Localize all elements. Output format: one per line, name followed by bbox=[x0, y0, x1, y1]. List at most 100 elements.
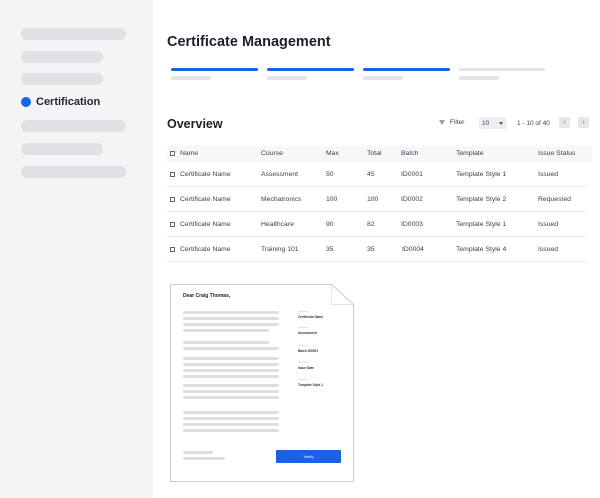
cell-max: 100 bbox=[326, 196, 338, 203]
verify-button[interactable]: Verify bbox=[276, 450, 341, 463]
cell-course: Mechatronics bbox=[261, 196, 302, 203]
pagination-range: 1 - 10 of 40 bbox=[517, 120, 550, 127]
sidebar-item-placeholder[interactable] bbox=[21, 120, 126, 132]
text-line-placeholder bbox=[183, 390, 279, 393]
cell-name: Certificate Name bbox=[180, 171, 231, 178]
text-line-placeholder bbox=[183, 311, 279, 314]
meta-caption-placeholder bbox=[298, 379, 308, 380]
chevron-left-icon: ‹ bbox=[563, 119, 566, 126]
text-line-placeholder bbox=[183, 363, 279, 366]
row-divider bbox=[167, 211, 587, 212]
select-all-checkbox[interactable] bbox=[170, 151, 175, 156]
sidebar-item-certification[interactable]: Certification bbox=[21, 96, 100, 108]
step-bar bbox=[363, 68, 450, 71]
chevron-down-icon bbox=[499, 122, 503, 125]
cell-batch: ID0001 bbox=[401, 171, 423, 178]
column-header-template[interactable]: Template bbox=[456, 150, 484, 157]
step-label-placeholder bbox=[267, 76, 307, 80]
cell-batch: ID0002 bbox=[401, 196, 423, 203]
cell-total: 35 bbox=[367, 246, 375, 253]
cell-name: Certificate Name bbox=[180, 196, 231, 203]
text-line-placeholder bbox=[183, 341, 269, 344]
sidebar-item-placeholder[interactable] bbox=[21, 51, 103, 63]
meta-value: Certificate Name bbox=[298, 315, 324, 319]
step-bar bbox=[171, 68, 258, 71]
text-line-placeholder bbox=[183, 423, 279, 426]
meta-caption-placeholder bbox=[298, 362, 308, 363]
cell-issue-status: Issued bbox=[538, 171, 559, 178]
certificate-greeting: Dear Craig Thomas, bbox=[183, 293, 231, 299]
row-divider bbox=[167, 261, 587, 262]
meta-value: Assessment bbox=[298, 331, 317, 335]
row-checkbox[interactable] bbox=[170, 247, 175, 252]
step-2[interactable] bbox=[267, 68, 354, 80]
cell-name: Certificate Name bbox=[180, 221, 231, 228]
cell-batch: ID0003 bbox=[401, 221, 423, 228]
page-fold-icon bbox=[331, 284, 354, 305]
meta-caption-placeholder bbox=[298, 327, 308, 328]
row-checkbox[interactable] bbox=[170, 172, 175, 177]
column-header-max[interactable]: Max bbox=[326, 150, 339, 157]
cell-total: 100 bbox=[367, 196, 379, 203]
text-line-placeholder bbox=[183, 396, 279, 399]
row-divider bbox=[167, 236, 587, 237]
column-header-batch[interactable]: Batch bbox=[401, 150, 418, 157]
chevron-right-icon: › bbox=[582, 119, 585, 126]
cell-template: Template Style 4 bbox=[456, 246, 507, 253]
text-line-placeholder bbox=[183, 457, 225, 460]
cell-max: 90 bbox=[326, 221, 334, 228]
text-line-placeholder bbox=[183, 323, 279, 326]
filter-label: Filter bbox=[450, 119, 465, 126]
active-dot-icon bbox=[21, 97, 31, 107]
step-4[interactable] bbox=[459, 68, 545, 80]
row-checkbox[interactable] bbox=[170, 197, 175, 202]
step-3[interactable] bbox=[363, 68, 450, 80]
column-header-total[interactable]: Total bbox=[367, 150, 381, 157]
cell-batch: ID0004 bbox=[402, 246, 424, 253]
row-checkbox[interactable] bbox=[170, 222, 175, 227]
column-header-issue-status[interactable]: Issue Status bbox=[538, 150, 575, 157]
prev-page-button[interactable]: ‹ bbox=[559, 117, 570, 128]
per-page-value: 10 bbox=[482, 119, 490, 127]
cell-template: Template Style 1 bbox=[456, 171, 507, 178]
cell-course: Assessment bbox=[261, 171, 299, 178]
cell-template: Template Style 2 bbox=[456, 196, 507, 203]
meta-value: Batch ID0001 bbox=[298, 349, 319, 353]
step-label-placeholder bbox=[459, 76, 499, 80]
cell-issue-status: Requested bbox=[538, 196, 571, 203]
cell-total: 82 bbox=[367, 221, 375, 228]
sidebar-item-placeholder[interactable] bbox=[21, 143, 103, 155]
text-line-placeholder bbox=[183, 347, 279, 350]
meta-caption-placeholder bbox=[298, 345, 308, 346]
text-line-placeholder bbox=[183, 451, 213, 454]
cell-course: Healthcare bbox=[261, 221, 294, 228]
per-page-select[interactable]: 10 bbox=[479, 117, 507, 129]
sidebar-item-placeholder[interactable] bbox=[21, 28, 126, 40]
meta-caption-placeholder bbox=[298, 311, 308, 312]
column-header-name[interactable]: Name bbox=[180, 150, 198, 157]
step-bar bbox=[267, 68, 354, 71]
sidebar-item-placeholder[interactable] bbox=[21, 73, 103, 85]
cell-max: 35 bbox=[326, 246, 334, 253]
cell-template: Template Style 1 bbox=[456, 221, 507, 228]
cell-total: 45 bbox=[367, 171, 375, 178]
text-line-placeholder bbox=[183, 375, 279, 378]
meta-value: Issue Date bbox=[298, 366, 314, 370]
text-line-placeholder bbox=[183, 417, 279, 420]
meta-value: Template Style 1 bbox=[298, 383, 323, 387]
section-title: Overview bbox=[167, 117, 223, 131]
sidebar-item-placeholder[interactable] bbox=[21, 166, 126, 178]
cell-max: 50 bbox=[326, 171, 334, 178]
step-label-placeholder bbox=[171, 76, 211, 80]
cell-issue-status: Issued bbox=[538, 246, 559, 253]
row-divider bbox=[167, 186, 587, 187]
step-1[interactable] bbox=[171, 68, 258, 80]
cell-name: Certificate Name bbox=[180, 246, 231, 253]
next-page-button[interactable]: › bbox=[578, 117, 589, 128]
cell-course: Training 101 bbox=[261, 246, 299, 253]
filter-icon bbox=[439, 120, 445, 125]
filter-button[interactable]: Filter bbox=[439, 119, 464, 126]
column-header-course[interactable]: Course bbox=[261, 150, 283, 157]
sidebar-item-label: Certification bbox=[36, 96, 101, 108]
text-line-placeholder bbox=[183, 384, 279, 387]
